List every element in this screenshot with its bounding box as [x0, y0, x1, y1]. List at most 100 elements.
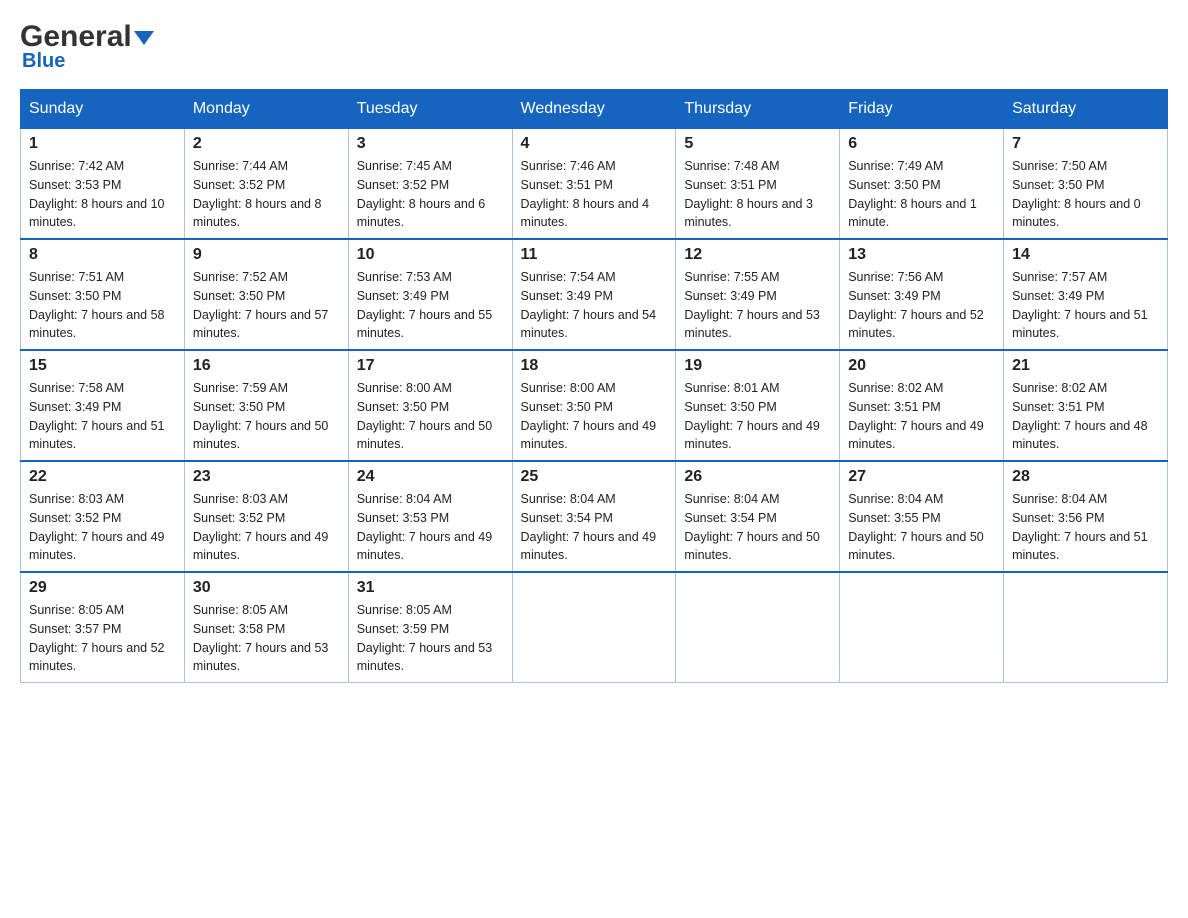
col-header-tuesday: Tuesday [348, 90, 512, 129]
day-info: Sunrise: 8:04 AM Sunset: 3:53 PM Dayligh… [357, 490, 504, 565]
day-info: Sunrise: 7:50 AM Sunset: 3:50 PM Dayligh… [1012, 157, 1159, 232]
day-number: 6 [848, 135, 995, 153]
day-number: 12 [684, 246, 831, 264]
calendar-cell [512, 572, 676, 683]
calendar-cell: 10 Sunrise: 7:53 AM Sunset: 3:49 PM Dayl… [348, 239, 512, 350]
calendar-cell [1004, 572, 1168, 683]
day-info: Sunrise: 7:52 AM Sunset: 3:50 PM Dayligh… [193, 268, 340, 343]
day-number: 3 [357, 135, 504, 153]
calendar-cell: 24 Sunrise: 8:04 AM Sunset: 3:53 PM Dayl… [348, 461, 512, 572]
day-number: 23 [193, 468, 340, 486]
day-number: 21 [1012, 357, 1159, 375]
page-header: General Blue [20, 20, 1168, 73]
calendar-cell: 20 Sunrise: 8:02 AM Sunset: 3:51 PM Dayl… [840, 350, 1004, 461]
day-number: 16 [193, 357, 340, 375]
day-number: 28 [1012, 468, 1159, 486]
day-info: Sunrise: 7:44 AM Sunset: 3:52 PM Dayligh… [193, 157, 340, 232]
day-number: 1 [29, 135, 176, 153]
day-info: Sunrise: 8:03 AM Sunset: 3:52 PM Dayligh… [29, 490, 176, 565]
day-info: Sunrise: 8:03 AM Sunset: 3:52 PM Dayligh… [193, 490, 340, 565]
day-info: Sunrise: 7:58 AM Sunset: 3:49 PM Dayligh… [29, 379, 176, 454]
day-info: Sunrise: 7:45 AM Sunset: 3:52 PM Dayligh… [357, 157, 504, 232]
calendar-cell: 12 Sunrise: 7:55 AM Sunset: 3:49 PM Dayl… [676, 239, 840, 350]
calendar-cell: 5 Sunrise: 7:48 AM Sunset: 3:51 PM Dayli… [676, 129, 840, 240]
calendar-cell: 6 Sunrise: 7:49 AM Sunset: 3:50 PM Dayli… [840, 129, 1004, 240]
calendar-cell: 19 Sunrise: 8:01 AM Sunset: 3:50 PM Dayl… [676, 350, 840, 461]
day-number: 19 [684, 357, 831, 375]
day-number: 29 [29, 579, 176, 597]
calendar-cell: 26 Sunrise: 8:04 AM Sunset: 3:54 PM Dayl… [676, 461, 840, 572]
calendar-cell: 11 Sunrise: 7:54 AM Sunset: 3:49 PM Dayl… [512, 239, 676, 350]
col-header-friday: Friday [840, 90, 1004, 129]
calendar-cell: 1 Sunrise: 7:42 AM Sunset: 3:53 PM Dayli… [21, 129, 185, 240]
day-number: 7 [1012, 135, 1159, 153]
calendar-cell: 17 Sunrise: 8:00 AM Sunset: 3:50 PM Dayl… [348, 350, 512, 461]
day-info: Sunrise: 8:00 AM Sunset: 3:50 PM Dayligh… [521, 379, 668, 454]
calendar-header-row: SundayMondayTuesdayWednesdayThursdayFrid… [21, 90, 1168, 129]
calendar-cell: 25 Sunrise: 8:04 AM Sunset: 3:54 PM Dayl… [512, 461, 676, 572]
day-number: 26 [684, 468, 831, 486]
day-number: 14 [1012, 246, 1159, 264]
day-info: Sunrise: 8:00 AM Sunset: 3:50 PM Dayligh… [357, 379, 504, 454]
calendar-week-row: 22 Sunrise: 8:03 AM Sunset: 3:52 PM Dayl… [21, 461, 1168, 572]
day-info: Sunrise: 7:57 AM Sunset: 3:49 PM Dayligh… [1012, 268, 1159, 343]
day-number: 30 [193, 579, 340, 597]
calendar-cell: 31 Sunrise: 8:05 AM Sunset: 3:59 PM Dayl… [348, 572, 512, 683]
day-info: Sunrise: 8:02 AM Sunset: 3:51 PM Dayligh… [1012, 379, 1159, 454]
day-info: Sunrise: 7:48 AM Sunset: 3:51 PM Dayligh… [684, 157, 831, 232]
day-number: 18 [521, 357, 668, 375]
calendar-cell: 15 Sunrise: 7:58 AM Sunset: 3:49 PM Dayl… [21, 350, 185, 461]
calendar-cell: 16 Sunrise: 7:59 AM Sunset: 3:50 PM Dayl… [184, 350, 348, 461]
calendar-cell: 28 Sunrise: 8:04 AM Sunset: 3:56 PM Dayl… [1004, 461, 1168, 572]
day-number: 22 [29, 468, 176, 486]
calendar-week-row: 15 Sunrise: 7:58 AM Sunset: 3:49 PM Dayl… [21, 350, 1168, 461]
day-info: Sunrise: 8:04 AM Sunset: 3:55 PM Dayligh… [848, 490, 995, 565]
day-number: 9 [193, 246, 340, 264]
calendar-cell: 13 Sunrise: 7:56 AM Sunset: 3:49 PM Dayl… [840, 239, 1004, 350]
day-info: Sunrise: 8:02 AM Sunset: 3:51 PM Dayligh… [848, 379, 995, 454]
day-info: Sunrise: 7:51 AM Sunset: 3:50 PM Dayligh… [29, 268, 176, 343]
calendar-cell: 2 Sunrise: 7:44 AM Sunset: 3:52 PM Dayli… [184, 129, 348, 240]
day-info: Sunrise: 8:04 AM Sunset: 3:56 PM Dayligh… [1012, 490, 1159, 565]
calendar-cell: 29 Sunrise: 8:05 AM Sunset: 3:57 PM Dayl… [21, 572, 185, 683]
calendar-week-row: 1 Sunrise: 7:42 AM Sunset: 3:53 PM Dayli… [21, 129, 1168, 240]
day-info: Sunrise: 8:05 AM Sunset: 3:58 PM Dayligh… [193, 601, 340, 676]
calendar-cell: 7 Sunrise: 7:50 AM Sunset: 3:50 PM Dayli… [1004, 129, 1168, 240]
calendar-week-row: 8 Sunrise: 7:51 AM Sunset: 3:50 PM Dayli… [21, 239, 1168, 350]
day-info: Sunrise: 8:01 AM Sunset: 3:50 PM Dayligh… [684, 379, 831, 454]
day-info: Sunrise: 7:54 AM Sunset: 3:49 PM Dayligh… [521, 268, 668, 343]
day-info: Sunrise: 7:59 AM Sunset: 3:50 PM Dayligh… [193, 379, 340, 454]
logo-text: General [20, 20, 154, 54]
day-number: 25 [521, 468, 668, 486]
calendar-cell: 27 Sunrise: 8:04 AM Sunset: 3:55 PM Dayl… [840, 461, 1004, 572]
col-header-sunday: Sunday [21, 90, 185, 129]
col-header-monday: Monday [184, 90, 348, 129]
day-info: Sunrise: 7:42 AM Sunset: 3:53 PM Dayligh… [29, 157, 176, 232]
logo: General Blue [20, 20, 154, 73]
col-header-wednesday: Wednesday [512, 90, 676, 129]
day-info: Sunrise: 7:56 AM Sunset: 3:49 PM Dayligh… [848, 268, 995, 343]
day-number: 24 [357, 468, 504, 486]
calendar-cell: 21 Sunrise: 8:02 AM Sunset: 3:51 PM Dayl… [1004, 350, 1168, 461]
day-number: 5 [684, 135, 831, 153]
day-number: 4 [521, 135, 668, 153]
calendar-cell: 14 Sunrise: 7:57 AM Sunset: 3:49 PM Dayl… [1004, 239, 1168, 350]
logo-blue: Blue [22, 50, 65, 73]
calendar-table: SundayMondayTuesdayWednesdayThursdayFrid… [20, 89, 1168, 683]
day-number: 27 [848, 468, 995, 486]
day-info: Sunrise: 8:05 AM Sunset: 3:57 PM Dayligh… [29, 601, 176, 676]
calendar-cell: 22 Sunrise: 8:03 AM Sunset: 3:52 PM Dayl… [21, 461, 185, 572]
col-header-thursday: Thursday [676, 90, 840, 129]
day-info: Sunrise: 7:53 AM Sunset: 3:49 PM Dayligh… [357, 268, 504, 343]
day-number: 15 [29, 357, 176, 375]
day-number: 10 [357, 246, 504, 264]
calendar-cell: 30 Sunrise: 8:05 AM Sunset: 3:58 PM Dayl… [184, 572, 348, 683]
day-number: 11 [521, 246, 668, 264]
day-number: 31 [357, 579, 504, 597]
calendar-cell: 8 Sunrise: 7:51 AM Sunset: 3:50 PM Dayli… [21, 239, 185, 350]
day-info: Sunrise: 7:55 AM Sunset: 3:49 PM Dayligh… [684, 268, 831, 343]
day-number: 8 [29, 246, 176, 264]
day-info: Sunrise: 8:04 AM Sunset: 3:54 PM Dayligh… [521, 490, 668, 565]
day-info: Sunrise: 7:49 AM Sunset: 3:50 PM Dayligh… [848, 157, 995, 232]
calendar-cell: 4 Sunrise: 7:46 AM Sunset: 3:51 PM Dayli… [512, 129, 676, 240]
